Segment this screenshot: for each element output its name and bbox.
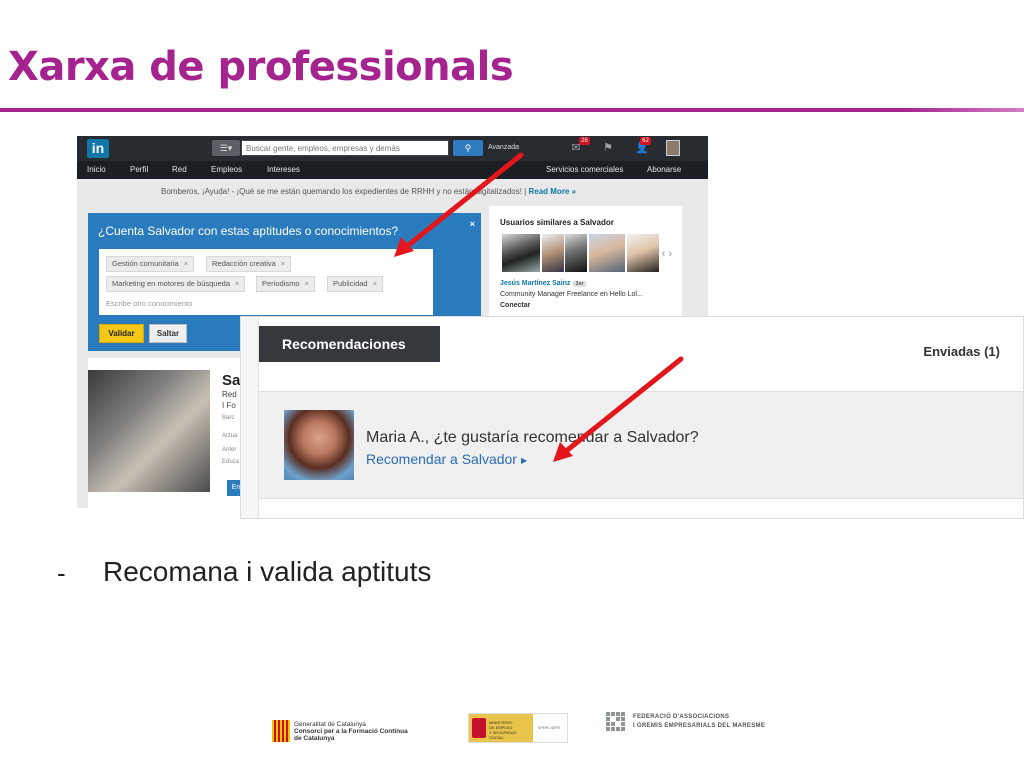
title-divider [0,108,1024,112]
senyera-icon [272,720,290,742]
linkedin-logo[interactable]: in [87,139,109,158]
skill-chip-label: Marketing en motores de búsqueda [112,279,230,288]
close-icon[interactable]: × [470,219,475,229]
skill-chip[interactable]: Periodismo × [256,276,315,292]
profile-headline-2: I Fo [222,401,236,410]
bullet-marker: - [57,558,66,588]
similar-user-name-text: Jesús Martínez Sainz [500,280,571,287]
carousel-chevrons-icon[interactable]: ‹ › [662,248,672,260]
recommendation-question: Maria A., ¿te gustaría recomendar a Salv… [366,429,699,446]
ministry-name: MINISTERIO DE EMPLEO Y SEGURIDAD SOCIAL [489,720,529,740]
profile-previous: Anter [222,447,237,453]
sepe-label: SPEPE-SEPE [538,726,561,730]
consorci-name: Consorci per a la Formació Contínua [294,728,408,735]
nav-item-red[interactable]: Red [172,165,187,174]
remove-skill-icon[interactable]: × [373,279,377,288]
avatar[interactable] [284,410,354,480]
remove-skill-icon[interactable]: × [281,259,285,268]
profile-photo [88,370,210,492]
recommend-link[interactable]: Recomendar a Salvador ▶ [366,451,527,467]
nav-item-empleos[interactable]: Empleos [211,165,242,174]
similar-users-panel: Usuarios similares a Salvador ‹ › Jesús … [489,206,682,316]
banner-text: Bomberos, ¡Ayuda! - ¡Qué se me están que… [161,187,527,196]
search-icon: ⚲ [464,143,472,153]
recommendations-panel: Recomendaciones Enviadas (1) Maria A., ¿… [258,317,1023,518]
skill-chip[interactable]: Redacción creativa × [206,256,292,272]
notifications-badge: 62 [640,137,651,145]
skill-chip-label: Publicidad [333,279,368,288]
skills-input-box[interactable]: Gestión comunitaria × Redacción creativa ×… [99,249,433,315]
nav-item-inicio[interactable]: Inicio [87,165,106,174]
search-button[interactable]: ⚲ [453,140,483,156]
linkedin-nav-bar: Inicio Perfil Red Empleos Intereses Serv… [77,161,708,179]
skill-chip-label: Redacción creativa [212,259,276,268]
remove-skill-icon[interactable]: × [305,279,309,288]
similar-user-name[interactable]: Jesús Martínez Sainz 3er [500,280,586,287]
remove-skill-icon[interactable]: × [184,259,188,268]
similar-user-avatar[interactable] [565,234,587,272]
nav-item-upgrade[interactable]: Abonarse [647,165,681,174]
tab-recommendations[interactable]: Recomendaciones [259,326,440,362]
other-skill-input[interactable]: Escribe otro conocimiento [106,299,192,308]
similar-user-avatar[interactable] [542,234,564,272]
messages-badge: 26 [579,137,590,145]
skill-chip[interactable]: Marketing en motores de búsqueda × [106,276,246,292]
slide-title: Xarxa de professionals [8,44,514,90]
skill-chip[interactable]: Publicidad × [327,276,383,292]
news-banner: Bomberos, ¡Ayuda! - ¡Qué se me están que… [161,187,576,196]
similar-user-avatar[interactable] [627,234,659,272]
remove-skill-icon[interactable]: × [235,279,239,288]
federation-name-2: I GREMIS EMPRESARIALS DEL MARESME [633,723,766,729]
profile-education: Educa [222,459,240,465]
search-input[interactable]: Buscar gente, empleos, empresas y demás [241,140,449,156]
similar-users-title: Usuarios similares a Salvador [500,218,614,227]
skill-chip-label: Gestión comunitaria [112,259,179,268]
skills-question: ¿Cuenta Salvador con estas aptitudes o c… [98,224,399,238]
profile-headline: Red [222,390,237,399]
sent-recommendations-link[interactable]: Enviadas (1) [923,344,1000,359]
linkedin-top-bar: in ☰▾ Buscar gente, empleos, empresas y … [77,136,708,161]
similar-user-avatar[interactable] [502,234,540,272]
recommendation-request-row: Maria A., ¿te gustaría recomendar a Salv… [259,391,1023,499]
skill-chip-label: Periodismo [262,279,300,288]
connect-link[interactable]: Conectar [500,302,530,309]
federation-name: FEDERACIÓ D'ASSOCIACIONS [633,714,730,720]
profile-location: Barc [222,415,235,421]
recommend-link-text: Recomendar a Salvador [366,451,517,467]
nav-item-intereses[interactable]: Intereses [267,165,300,174]
validate-button[interactable]: Validar [99,324,144,343]
triangle-right-icon: ▶ [520,455,528,465]
nav-item-perfil[interactable]: Perfil [130,165,148,174]
generalitat-logo: Generalitat de Catalunya Consorci per a … [272,720,418,744]
bullet-text: Recomana i valida aptituts [103,556,432,587]
ministry-line: Y SEGURIDAD SOCIAL [489,730,517,740]
profile-current: Actua [222,433,238,439]
ministry-banner: MINISTERIO DE EMPLEO Y SEGURIDAD SOCIAL [469,714,533,742]
federation-logo: FEDERACIÓ D'ASSOCIACIONS I GREMIS EMPRES… [606,712,765,736]
account-avatar[interactable] [666,140,680,156]
banner-read-more-link[interactable]: Read More » [528,187,576,196]
profile-name: Sa [222,372,241,389]
ministry-logo: MINISTERIO DE EMPLEO Y SEGURIDAD SOCIAL … [468,713,568,743]
flag-icon[interactable]: ⚑ [601,141,615,155]
search-category-menu-icon[interactable]: ☰▾ [212,140,240,156]
similar-user-avatar[interactable] [589,234,625,272]
generalitat-name: Generalitat de Catalunya [294,721,366,728]
consorci-name-2: de Catalunya [294,735,335,742]
connection-degree-badge: 3er [573,281,586,287]
nav-item-business-services[interactable]: Servicios comerciales [546,165,623,174]
advanced-search-link[interactable]: Avanzada [488,144,519,151]
coat-of-arms-icon [472,718,486,738]
skill-chip[interactable]: Gestión comunitaria × [106,256,195,272]
recommendations-screenshot: Recomendaciones Enviadas (1) Maria A., ¿… [240,316,1024,519]
skip-button[interactable]: Saltar [149,324,187,343]
similar-user-headline: Community Manager Freelance en Hello Lol… [500,291,643,298]
